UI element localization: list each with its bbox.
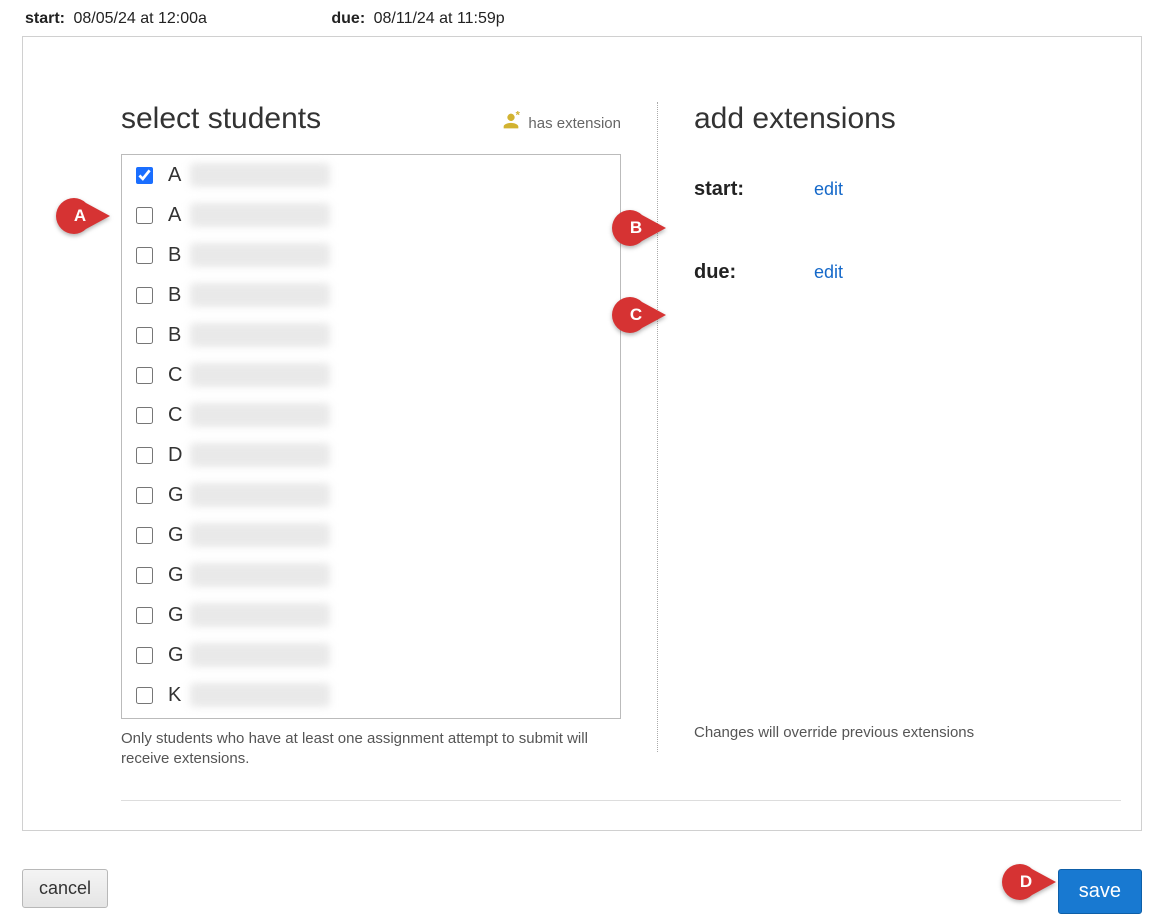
extension-due-label: due:	[694, 261, 814, 284]
student-name-redacted	[190, 683, 330, 707]
student-row[interactable]: K	[122, 675, 620, 715]
student-initial: B	[168, 324, 188, 347]
student-name-redacted	[190, 443, 330, 467]
student-checkbox[interactable]	[136, 287, 153, 304]
svg-text:*: *	[516, 110, 521, 121]
student-checkbox[interactable]	[136, 447, 153, 464]
student-name-redacted	[190, 483, 330, 507]
student-name-redacted	[190, 523, 330, 547]
student-checkbox[interactable]	[136, 167, 153, 184]
extension-start-row: start: edit	[694, 178, 1091, 201]
extension-due-row: due: edit	[694, 261, 1091, 284]
student-note: Only students who have at least one assi…	[121, 729, 621, 770]
cancel-button[interactable]: cancel	[22, 869, 108, 908]
column-divider	[657, 102, 658, 752]
has-extension-icon: *	[500, 110, 522, 136]
override-note: Changes will override previous extension…	[694, 724, 1091, 741]
has-extension-label: has extension	[528, 115, 621, 132]
student-checkbox[interactable]	[136, 647, 153, 664]
student-name-redacted	[190, 363, 330, 387]
student-initial: A	[168, 204, 188, 227]
student-row[interactable]: G	[122, 555, 620, 595]
student-checkbox[interactable]	[136, 487, 153, 504]
student-initial: A	[168, 164, 188, 187]
student-checkbox[interactable]	[136, 687, 153, 704]
edit-due-button[interactable]: edit	[814, 262, 843, 283]
extension-start-label: start:	[694, 178, 814, 201]
student-checkbox[interactable]	[136, 247, 153, 264]
student-row[interactable]: C	[122, 355, 620, 395]
student-checkbox[interactable]	[136, 567, 153, 584]
student-initial: G	[168, 484, 188, 507]
save-button[interactable]: save	[1058, 869, 1142, 914]
student-checkbox[interactable]	[136, 607, 153, 624]
button-bar: cancel save	[22, 845, 1142, 914]
student-name-redacted	[190, 323, 330, 347]
add-extensions-heading: add extensions	[694, 102, 1091, 136]
horizontal-rule	[121, 800, 1121, 801]
student-initial: G	[168, 604, 188, 627]
student-name-redacted	[190, 203, 330, 227]
start-label: start:	[25, 10, 65, 27]
due-value: 08/11/24 at 11:59p	[374, 10, 505, 27]
student-checkbox[interactable]	[136, 367, 153, 384]
student-row[interactable]: G	[122, 595, 620, 635]
date-header: start: 08/05/24 at 12:00a due: 08/11/24 …	[0, 10, 1172, 36]
student-initial: K	[168, 684, 188, 707]
edit-start-button[interactable]: edit	[814, 179, 843, 200]
student-initial: C	[168, 364, 188, 387]
start-value: 08/05/24 at 12:00a	[73, 10, 206, 27]
student-row[interactable]: G	[122, 475, 620, 515]
student-checkbox[interactable]	[136, 527, 153, 544]
student-row[interactable]: D	[122, 435, 620, 475]
due-label: due:	[331, 10, 365, 27]
student-row[interactable]: G	[122, 515, 620, 555]
student-checkbox[interactable]	[136, 207, 153, 224]
student-initial: G	[168, 524, 188, 547]
student-checkbox[interactable]	[136, 327, 153, 344]
extension-dialog: select students * has extension AABBBCCD…	[22, 36, 1142, 831]
student-row[interactable]: B	[122, 275, 620, 315]
student-name-redacted	[190, 643, 330, 667]
student-name-redacted	[190, 163, 330, 187]
student-initial: D	[168, 444, 188, 467]
student-name-redacted	[190, 403, 330, 427]
student-row[interactable]: A	[122, 195, 620, 235]
student-initial: B	[168, 284, 188, 307]
student-row[interactable]: B	[122, 235, 620, 275]
has-extension-legend: * has extension	[500, 110, 621, 136]
student-initial: G	[168, 644, 188, 667]
student-initial: G	[168, 564, 188, 587]
student-row[interactable]: B	[122, 315, 620, 355]
student-listbox[interactable]: AABBBCCDGGGGGK	[121, 154, 621, 719]
student-row[interactable]: G	[122, 635, 620, 675]
student-initial: B	[168, 244, 188, 267]
student-name-redacted	[190, 283, 330, 307]
student-checkbox[interactable]	[136, 407, 153, 424]
student-name-redacted	[190, 603, 330, 627]
student-row[interactable]: C	[122, 395, 620, 435]
student-initial: C	[168, 404, 188, 427]
student-name-redacted	[190, 243, 330, 267]
student-row[interactable]: A	[122, 155, 620, 195]
student-name-redacted	[190, 563, 330, 587]
